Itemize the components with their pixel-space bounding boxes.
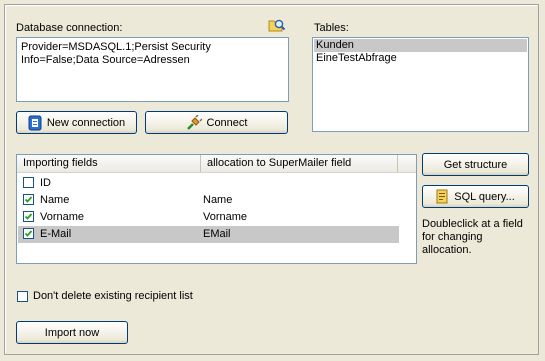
dont-delete-checkbox[interactable]: [17, 291, 28, 302]
table-item[interactable]: EineTestAbfrage: [314, 52, 527, 65]
field-name: Vorname: [40, 211, 85, 223]
hint-line: allocation.: [422, 244, 472, 256]
sql-query-label: SQL query...: [454, 190, 515, 203]
field-name: Name: [40, 194, 70, 206]
tables-listbox[interactable]: Kunden EineTestAbfrage: [312, 37, 529, 132]
import-now-label: Import now: [44, 326, 100, 339]
field-allocation: Vorname: [203, 211, 248, 223]
sql-query-button[interactable]: SQL query...: [422, 185, 529, 208]
field-checkbox[interactable]: [23, 211, 34, 222]
field-allocation: EMail: [203, 228, 231, 240]
import-now-button[interactable]: Import now: [16, 321, 128, 344]
column-importing-fields[interactable]: Importing fields: [17, 155, 201, 172]
fields-grid[interactable]: Importing fields allocation to SuperMail…: [16, 154, 417, 264]
database-connection-label: Database connection:: [16, 22, 123, 34]
field-allocation: Name: [203, 194, 233, 206]
get-structure-label: Get structure: [443, 158, 508, 171]
field-row[interactable]: Vorname Vorname: [18, 209, 399, 226]
field-name: E-Mail: [40, 228, 72, 240]
search-folder-icon[interactable]: [268, 16, 286, 34]
field-row[interactable]: E-Mail EMail: [18, 226, 399, 243]
field-checkbox[interactable]: [23, 177, 34, 188]
get-structure-button[interactable]: Get structure: [422, 153, 529, 176]
column-allocation[interactable]: allocation to SuperMailer field: [201, 155, 398, 172]
new-connection-label: New connection: [46, 116, 126, 129]
database-icon: [28, 115, 42, 131]
table-item[interactable]: Kunden: [314, 39, 527, 52]
dont-delete-label[interactable]: Don't delete existing recipient list: [33, 290, 193, 302]
field-row[interactable]: Name Name: [18, 192, 399, 209]
new-connection-button[interactable]: New connection: [16, 111, 137, 134]
hint-line: Doubleclick at a field: [422, 218, 523, 230]
field-checkbox[interactable]: [23, 194, 34, 205]
connect-label: Connect: [206, 116, 248, 129]
field-name: ID: [40, 177, 51, 189]
hint-line: for changing: [422, 231, 483, 243]
query-icon: [436, 189, 449, 204]
connection-string-textarea[interactable]: Provider=MSDASQL.1;Persist Security Info…: [16, 37, 289, 102]
field-checkbox[interactable]: [23, 228, 34, 239]
field-row[interactable]: ID: [18, 175, 399, 192]
grid-header: Importing fields allocation to SuperMail…: [17, 155, 416, 173]
plug-icon: [186, 114, 202, 131]
hint-text: Doubleclick at a field for changing allo…: [422, 218, 523, 257]
tables-label: Tables:: [314, 22, 349, 34]
connect-button[interactable]: Connect: [145, 111, 288, 134]
